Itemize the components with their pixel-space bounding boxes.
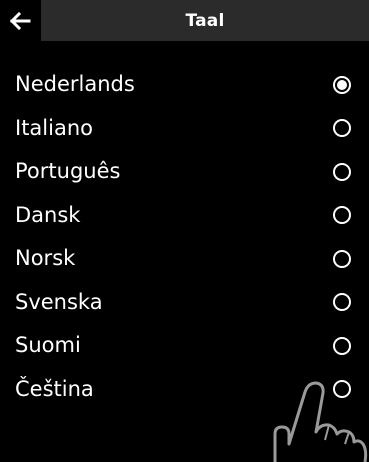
radio-unselected-icon[interactable] [333,293,351,312]
language-option[interactable]: Italiano [0,107,369,151]
language-label: Italiano [15,115,93,140]
language-option[interactable]: Suomi [0,324,369,368]
arrow-left-icon [9,11,31,30]
language-label: Dansk [15,202,81,227]
radio-unselected-icon[interactable] [333,336,351,355]
language-label: Svenska [15,289,103,314]
radio-unselected-icon[interactable] [333,162,351,181]
back-button[interactable] [0,0,40,41]
language-list: Nederlands Italiano Português Dansk Nors… [0,63,369,411]
language-option[interactable]: Dansk [0,194,369,238]
radio-selected-icon[interactable] [333,75,351,94]
page-title: Taal [185,10,225,31]
radio-unselected-icon[interactable] [333,380,351,399]
radio-unselected-icon[interactable] [333,249,351,268]
language-label: Nederlands [15,72,135,97]
radio-unselected-icon[interactable] [333,119,351,138]
radio-unselected-icon[interactable] [333,206,351,225]
language-label: Suomi [15,333,81,358]
header-bar: Taal [0,0,369,41]
language-option[interactable]: Čeština [0,368,369,412]
language-option[interactable]: Nederlands [0,63,369,107]
language-option[interactable]: Norsk [0,237,369,281]
language-option[interactable]: Português [0,150,369,194]
title-bar: Taal [41,0,369,41]
language-label: Čeština [15,376,94,401]
language-label: Norsk [15,246,76,271]
language-label: Português [15,159,121,184]
language-option[interactable]: Svenska [0,281,369,325]
